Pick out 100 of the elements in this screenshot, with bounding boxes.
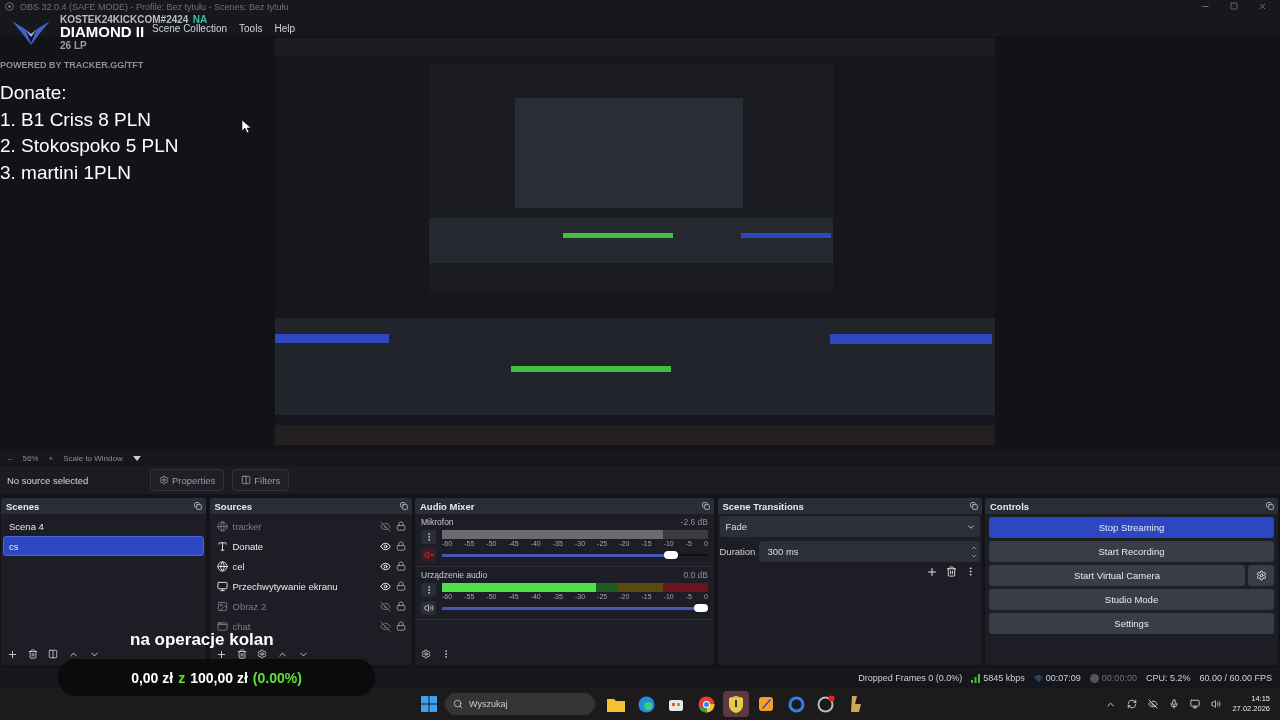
scale-select[interactable]: Scale to Window [63,453,123,463]
selection-status: No source selected [7,474,90,486]
volume-reading: -2.6 dB [680,517,708,527]
goal-target: 100,00 zł [190,669,248,686]
volume-slider[interactable] [442,549,708,561]
close-icon[interactable] [1258,2,1267,11]
brush-icon [758,696,774,712]
source-name[interactable]: cel [232,560,375,572]
control-button[interactable]: Settings [989,613,1274,634]
source-name[interactable]: Donate [232,540,375,552]
lock-icon[interactable] [395,561,406,571]
speaker-icon[interactable] [1211,699,1222,709]
league-points: 26 LP [60,41,87,51]
float-icon[interactable] [399,502,408,510]
trash-icon[interactable] [945,566,957,578]
lock-icon[interactable] [395,601,406,611]
slider-thumb[interactable] [663,551,678,559]
tracker-credit: POWERED BY TRACKER.GG/TFT [0,60,144,70]
sync-icon[interactable] [1127,699,1138,709]
panel-title: Audio Mixer [420,500,475,512]
filter-icon [241,475,252,485]
menu-item[interactable]: Help [274,23,295,34]
lock-icon[interactable] [395,541,406,551]
source-name[interactable]: Obraz 2 [232,600,375,612]
donation-line: 2. Stokospoko 5 PLN [0,134,179,158]
trash-icon[interactable] [28,649,38,659]
figure-icon [849,695,863,713]
add-icon[interactable] [215,648,227,660]
muted-speaker-button[interactable] [421,548,436,562]
control-button[interactable]: Start Virtual Camera [989,565,1245,586]
window-icon [216,620,228,632]
properties-button[interactable]: Properties [150,469,225,491]
search-field[interactable]: Wyszukaj [445,693,595,715]
window-title: OBS 32.0.4 (SAFE MODE) - Profile: Bez tytułu - Scenes: Bez tytułu [20,1,289,12]
taskbar-app[interactable] [723,691,749,717]
volume-reading: 0.0 dB [683,570,708,580]
caret-icon[interactable] [132,455,141,461]
windows-start-icon[interactable] [421,696,437,712]
chrome-icon [697,695,715,713]
filter-icon[interactable] [48,649,58,659]
donation-line: 1. B1 Criss 8 PLN [0,107,152,132]
source-name[interactable]: tracker [232,520,375,532]
panel-title: Sources [214,500,252,512]
lock-icon[interactable] [395,581,406,591]
filters-button[interactable]: Filters [232,469,290,491]
donation-line: Donate: [0,81,68,105]
gear-icon [159,475,169,485]
eye-icon[interactable] [379,580,391,592]
control-button[interactable]: Start Recording [989,541,1274,562]
control-button[interactable]: Studio Mode [989,589,1274,610]
slider-thumb[interactable] [694,604,708,612]
gear-icon[interactable] [256,649,267,659]
text-icon [216,540,228,552]
settings-button[interactable] [1248,565,1274,586]
control-button[interactable]: Stop Streaming [989,517,1274,538]
float-icon[interactable] [702,502,710,510]
channel-name: Urządzenie audio [421,570,488,580]
panel-title: Scene Transitions [722,500,804,512]
zoom-out-button[interactable]: – [8,453,13,463]
duration-field[interactable]: 300 ms [759,541,980,562]
record-icon [1089,673,1099,683]
eye-icon[interactable] [379,540,391,552]
source-name[interactable]: chat [232,620,375,632]
speaker-icon [423,603,434,613]
trash-icon[interactable] [236,649,247,659]
panel-title: Scenes [6,500,40,512]
duration-label: Duration [719,546,756,557]
goal-joiner: z [178,669,186,686]
scene-item[interactable]: cs [3,536,204,556]
browser-icon [637,695,655,713]
goal-percent: (0.00%) [252,669,302,686]
menu-item[interactable]: Scene Collection [152,23,228,34]
dropped-frames: Dropped Frames 0 (0.0%) [858,673,963,683]
zoom-in-button[interactable]: + [48,453,54,463]
lock-icon[interactable] [395,621,406,631]
float-icon[interactable] [969,502,978,510]
eye-icon[interactable] [379,560,391,572]
channel-menu-button[interactable] [421,583,436,597]
channel-menu-button[interactable] [421,530,436,544]
menu-item[interactable]: Tools [239,23,263,34]
volume-slider[interactable] [442,602,708,614]
frame-rate: 60.00 / 60.00 FPS [1199,673,1272,683]
gears-icon[interactable] [421,649,431,659]
cursor-icon [242,120,251,133]
scene-item[interactable]: Scena 4 [3,516,204,536]
wings-emblem-icon [12,19,50,45]
shield-icon [728,695,744,713]
bitrate: 5845 kbps [983,673,1025,683]
add-icon[interactable] [7,648,18,660]
transition-select[interactable]: Fade [719,516,980,537]
add-icon[interactable] [925,566,938,578]
float-icon[interactable] [194,502,202,510]
muted-speaker-icon [423,550,434,560]
monitor-icon[interactable] [1190,699,1201,709]
float-icon[interactable] [1266,502,1274,510]
source-name[interactable]: Przechwytywanie ekranu [232,580,375,592]
speaker-button[interactable] [421,601,436,615]
lock-icon[interactable] [395,521,406,531]
microphone-icon[interactable] [1169,699,1180,709]
folder-icon [607,696,625,712]
